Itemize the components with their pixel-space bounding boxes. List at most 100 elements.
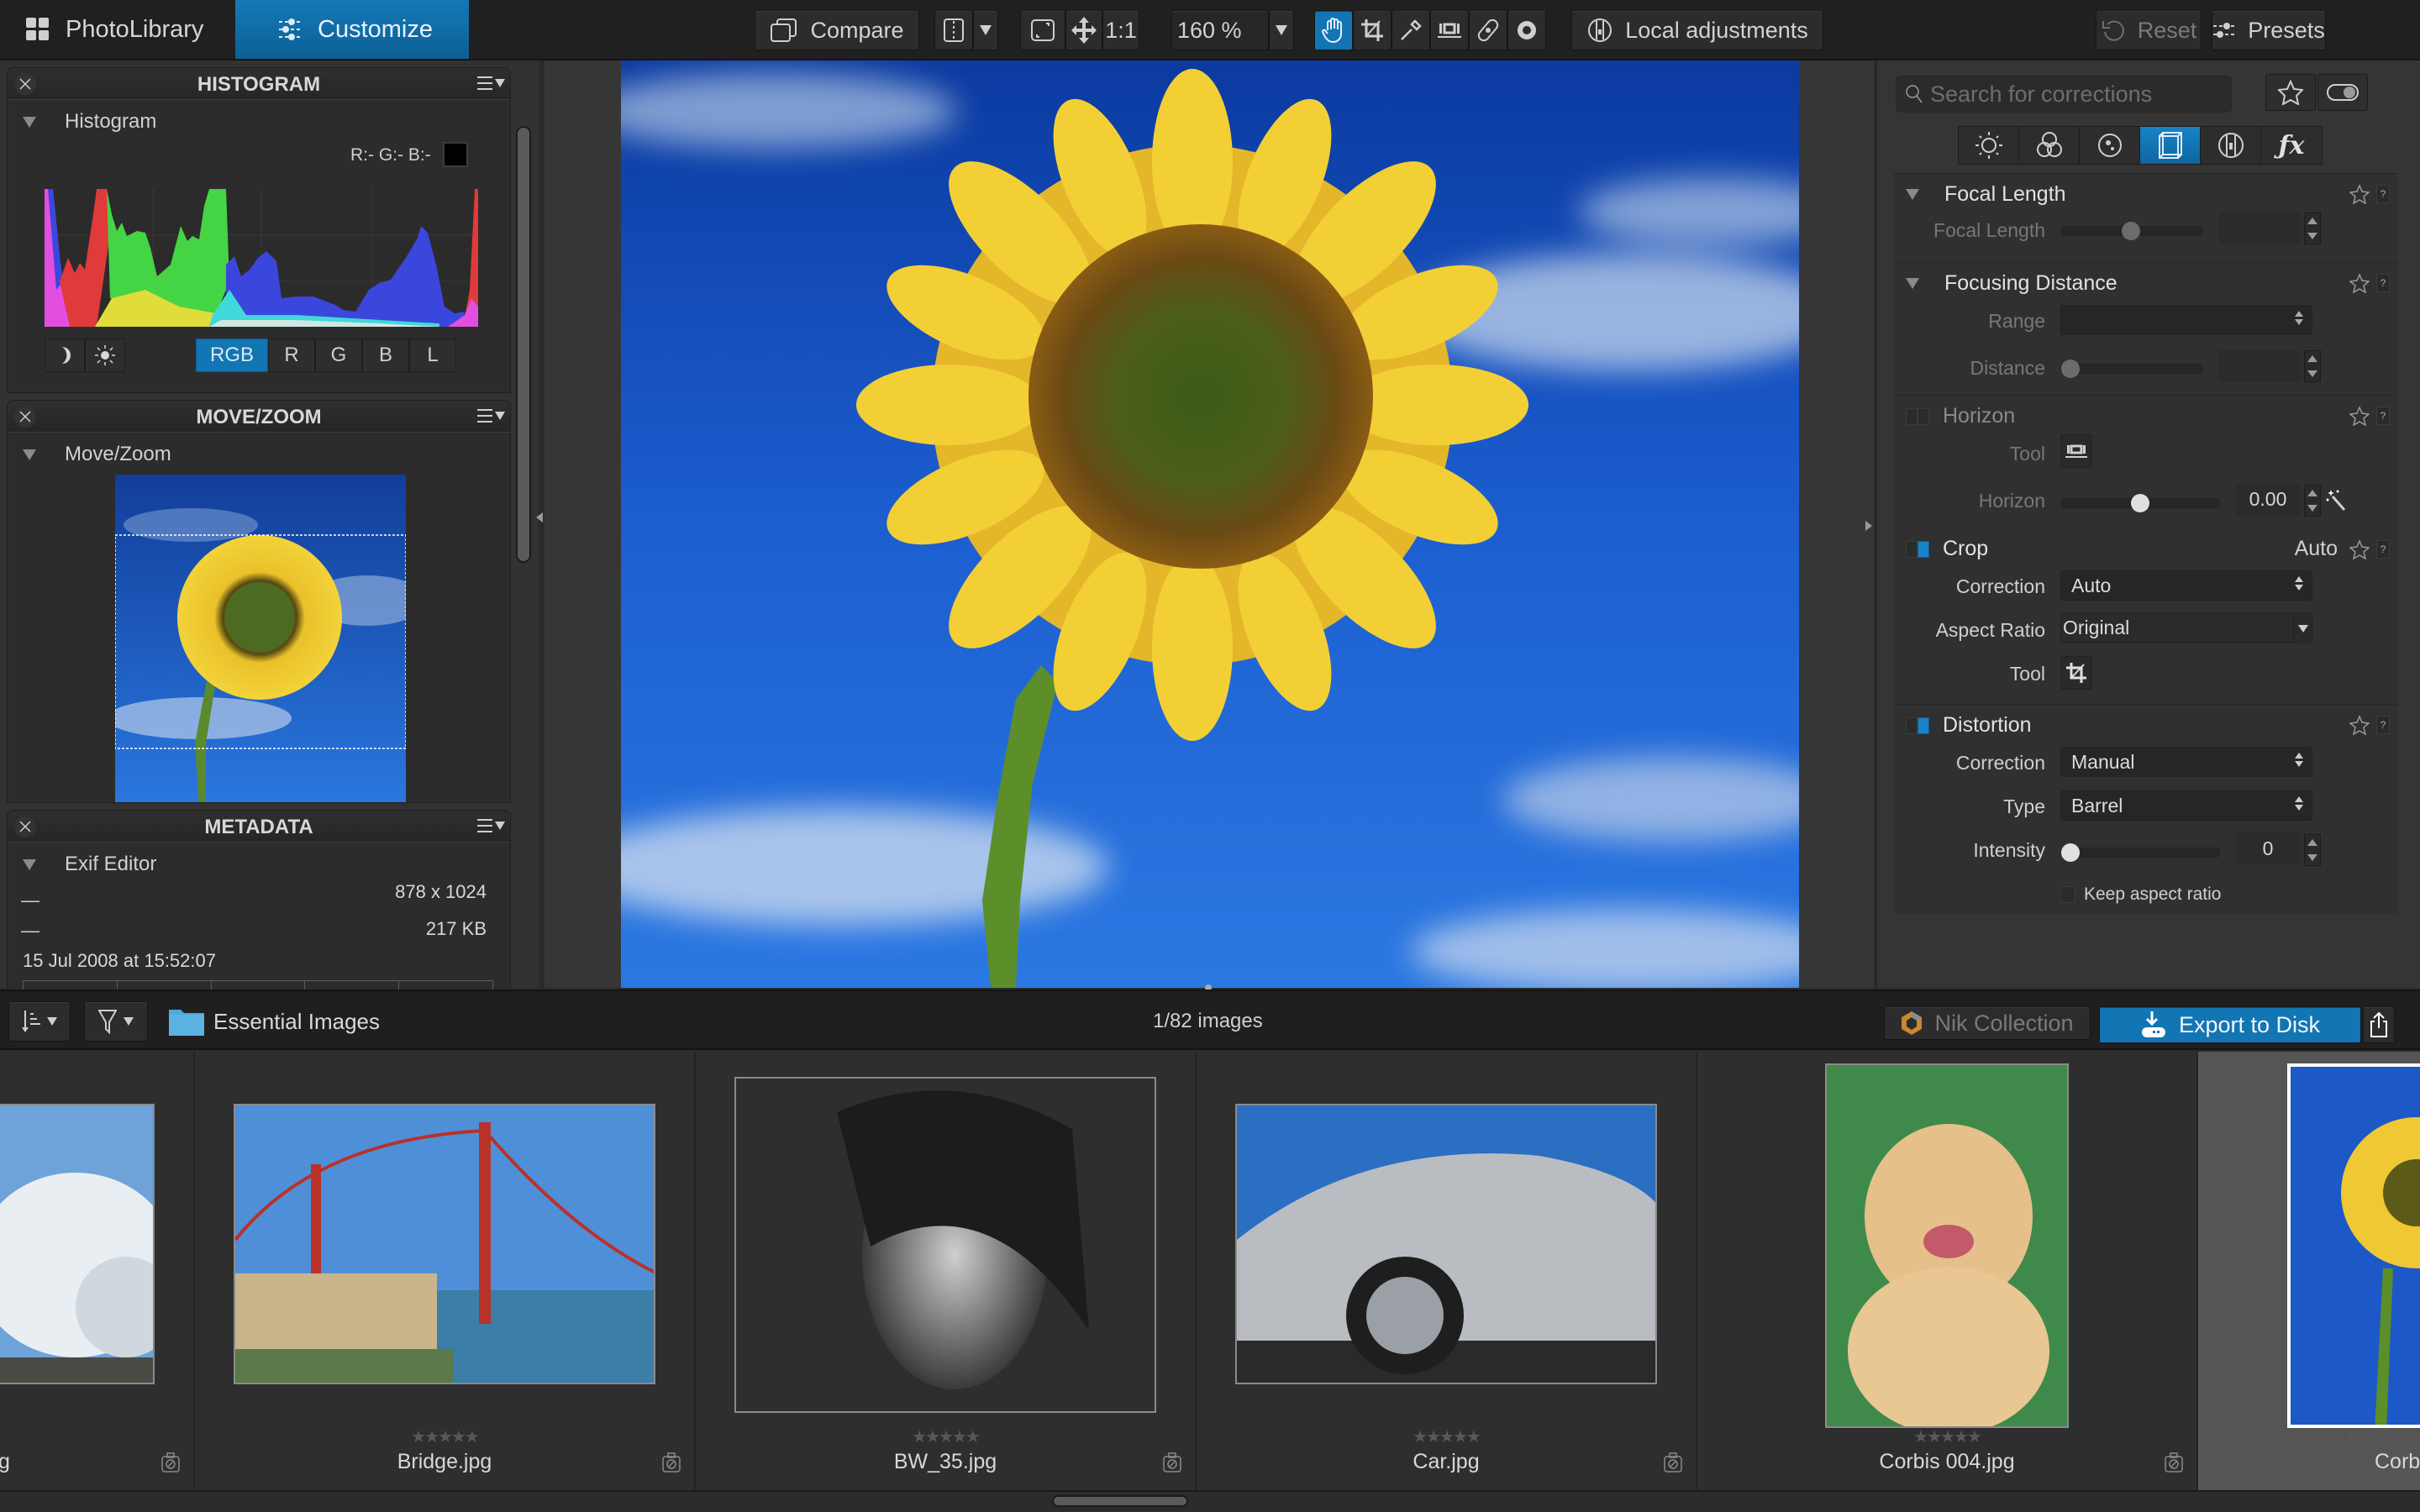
star-icon[interactable] bbox=[2349, 715, 2370, 735]
nik-collection-button[interactable]: Nik Collection bbox=[1884, 1006, 2091, 1040]
rating-stars[interactable]: ★★★★★ bbox=[696, 1426, 1195, 1447]
histogram-subheader[interactable]: Histogram bbox=[23, 110, 156, 134]
rating-stars[interactable]: ★★★★★ bbox=[1197, 1426, 1696, 1447]
tab-detail[interactable] bbox=[2080, 127, 2140, 164]
magic-wand-icon[interactable] bbox=[2326, 488, 2346, 512]
current-folder[interactable]: Essential Images bbox=[168, 1006, 380, 1037]
distortion-type-select[interactable]: Barrel bbox=[2060, 790, 2312, 821]
sort-button[interactable] bbox=[8, 1001, 71, 1042]
horizon-tool-button[interactable] bbox=[2060, 434, 2092, 468]
help-button[interactable]: ? bbox=[2376, 185, 2390, 203]
distance-slider[interactable] bbox=[2060, 360, 2203, 378]
tab-geometry[interactable] bbox=[2140, 127, 2201, 164]
star-icon[interactable] bbox=[2349, 538, 2370, 559]
distance-slider-knob[interactable] bbox=[2061, 360, 2080, 378]
thumbnail-cell[interactable]: ★★★★★ Car.jpg bbox=[1197, 1052, 1697, 1490]
distance-stepper[interactable] bbox=[2304, 350, 2321, 382]
star-icon[interactable] bbox=[2349, 184, 2370, 204]
horizon-stepper[interactable] bbox=[2304, 485, 2321, 517]
channel-l-button[interactable]: L bbox=[409, 339, 456, 372]
tab-local[interactable] bbox=[2201, 127, 2261, 164]
presets-button[interactable]: Presets bbox=[2212, 10, 2326, 50]
shadow-clipping-button[interactable] bbox=[45, 339, 85, 372]
checkbox-box[interactable] bbox=[2060, 886, 2075, 903]
focal-length-slider-knob[interactable] bbox=[2121, 222, 2140, 240]
horizon-slider-knob[interactable] bbox=[2131, 494, 2149, 512]
range-select[interactable] bbox=[2060, 305, 2312, 335]
crop-tool-button[interactable] bbox=[2060, 656, 2092, 690]
tab-color[interactable] bbox=[2019, 127, 2080, 164]
thumbnail-scrollbar[interactable] bbox=[1052, 1495, 1188, 1507]
distortion-header[interactable]: Distortion bbox=[1906, 713, 2032, 738]
horizon-tool-button[interactable] bbox=[1430, 10, 1469, 50]
aspect-ratio-combobox[interactable]: Original bbox=[2060, 612, 2312, 643]
split-view-dropdown[interactable] bbox=[973, 10, 998, 50]
metadata-panel-menu[interactable] bbox=[477, 817, 505, 834]
rating-stars[interactable]: ★ bbox=[2265, 1426, 2420, 1447]
one-to-one-button[interactable]: 1:1 bbox=[1102, 10, 1139, 50]
intensity-value-field[interactable]: 0 bbox=[2235, 832, 2301, 864]
distortion-correction-select[interactable]: Manual bbox=[2060, 747, 2312, 777]
focusing-distance-header[interactable]: Focusing Distance bbox=[1906, 271, 2118, 296]
keep-aspect-ratio-checkbox[interactable]: Keep aspect ratio bbox=[2060, 885, 2221, 905]
crop-header[interactable]: Crop bbox=[1906, 537, 1988, 561]
intensity-stepper[interactable] bbox=[2304, 834, 2321, 866]
help-button[interactable]: ? bbox=[2376, 716, 2390, 734]
thumbnail-cell[interactable]: g bbox=[0, 1052, 195, 1490]
star-icon[interactable] bbox=[2349, 273, 2370, 293]
focal-length-stepper[interactable] bbox=[2304, 213, 2321, 244]
movezoom-subheader[interactable]: Move/Zoom bbox=[23, 443, 171, 466]
search-corrections-input[interactable]: Search for corrections bbox=[1896, 76, 2232, 113]
export-to-disk-button[interactable]: Export to Disk bbox=[2099, 1006, 2361, 1043]
fit-to-screen-button[interactable] bbox=[1020, 10, 1065, 50]
hand-tool-button[interactable] bbox=[1314, 10, 1353, 50]
crop-enable-toggle[interactable] bbox=[1906, 540, 1931, 558]
reset-button[interactable]: Reset bbox=[2096, 10, 2202, 50]
main-photo[interactable] bbox=[621, 60, 1799, 988]
filter-button[interactable] bbox=[84, 1001, 148, 1042]
compare-button[interactable]: Compare bbox=[755, 10, 919, 50]
navigator-thumbnail[interactable] bbox=[115, 475, 406, 802]
thumbnail-cell-selected[interactable]: ★ Corb bbox=[2198, 1052, 2420, 1490]
eyedropper-tool-button[interactable] bbox=[1392, 10, 1430, 50]
histogram-panel-menu[interactable] bbox=[477, 75, 505, 92]
tab-photolibrary[interactable]: PhotoLibrary bbox=[0, 0, 235, 59]
focal-length-field[interactable] bbox=[2218, 213, 2301, 244]
tab-light[interactable] bbox=[1959, 127, 2019, 164]
distortion-enable-toggle[interactable] bbox=[1906, 717, 1931, 734]
rating-stars[interactable]: ★★★★★ bbox=[195, 1426, 694, 1447]
collapse-right-panel-icon[interactable] bbox=[1865, 521, 1872, 531]
zoom-level-field[interactable]: 160 % bbox=[1171, 10, 1269, 50]
crop-correction-select[interactable]: Auto bbox=[2060, 570, 2312, 601]
collapse-left-panel-icon[interactable] bbox=[536, 512, 543, 522]
highlight-clipping-button[interactable] bbox=[85, 339, 125, 372]
help-button[interactable]: ? bbox=[2376, 539, 2390, 559]
left-panel-scrollbar[interactable] bbox=[516, 126, 531, 563]
active-corrections-toggle[interactable] bbox=[2317, 74, 2368, 111]
local-adjustments-button[interactable]: Local adjustments bbox=[1571, 10, 1823, 50]
channel-r-button[interactable]: R bbox=[268, 339, 315, 372]
horizon-enable-toggle[interactable] bbox=[1906, 407, 1931, 425]
move-button[interactable] bbox=[1065, 10, 1102, 50]
help-button[interactable]: ? bbox=[2376, 407, 2390, 425]
help-button[interactable]: ? bbox=[2376, 274, 2390, 292]
crop-tool-button[interactable] bbox=[1353, 10, 1392, 50]
focal-length-header[interactable]: Focal Length bbox=[1906, 182, 2066, 207]
horizon-header[interactable]: Horizon bbox=[1906, 404, 2015, 428]
movezoom-panel-menu[interactable] bbox=[477, 407, 505, 424]
channel-b-button[interactable]: B bbox=[362, 339, 409, 372]
rating-stars[interactable]: ★★★★★ bbox=[1697, 1426, 2196, 1447]
horizon-slider[interactable] bbox=[2060, 494, 2220, 512]
distance-field[interactable] bbox=[2218, 350, 2301, 382]
exif-editor-subheader[interactable]: Exif Editor bbox=[23, 853, 156, 876]
channel-g-button[interactable]: G bbox=[315, 339, 362, 372]
tab-customize[interactable]: Customize bbox=[235, 0, 469, 59]
star-icon[interactable] bbox=[2349, 406, 2370, 426]
focal-length-slider[interactable] bbox=[2060, 222, 2203, 240]
zoom-level-dropdown[interactable] bbox=[1269, 10, 1294, 50]
share-button[interactable] bbox=[2363, 1006, 2395, 1043]
thumbnail-cell[interactable]: ★★★★★ Bridge.jpg bbox=[195, 1052, 696, 1490]
favorites-filter-button[interactable] bbox=[2265, 74, 2316, 111]
thumbnail-cell[interactable]: ★★★★★ BW_35.jpg bbox=[696, 1052, 1197, 1490]
horizon-value-field[interactable]: 0.00 bbox=[2235, 483, 2301, 515]
